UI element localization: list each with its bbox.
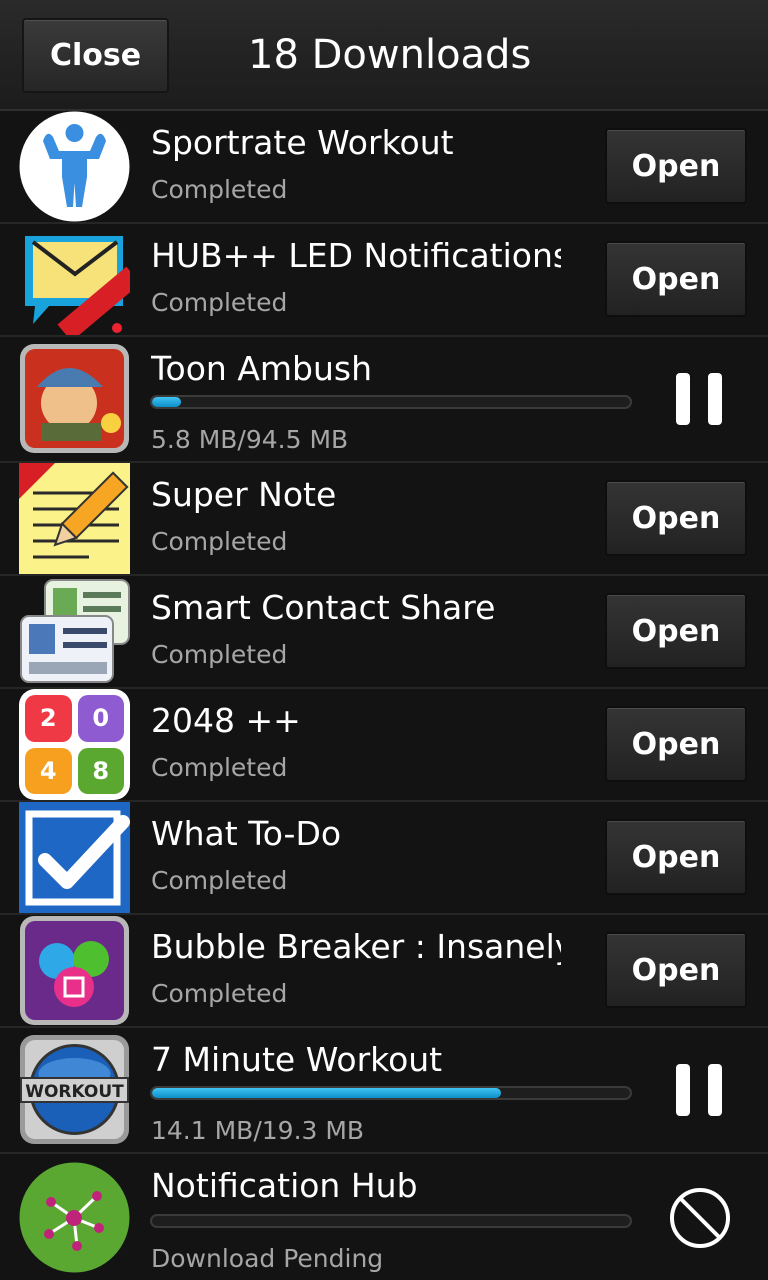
app-name: Smart Contact Share [151,588,496,627]
open-button[interactable]: Open [605,128,747,204]
list-item[interactable]: Toon Ambush 5.8 MB/94.5 MB [0,337,768,463]
tile: 4 [25,747,72,794]
list-item[interactable]: What To-Do Completed Open [0,802,768,915]
download-status: Download Pending [151,1244,384,1273]
app-name: What To-Do [151,814,342,853]
download-size: 14.1 MB/19.3 MB [151,1116,365,1145]
open-button[interactable]: Open [605,593,747,669]
app-name: 7 Minute Workout [151,1040,443,1079]
list-item[interactable]: Notification Hub Download Pending [0,1154,768,1280]
download-status: Completed [151,175,288,204]
app-name: Notification Hub [151,1166,418,1205]
download-progress-bar [150,395,632,409]
tile: 2 [25,695,72,742]
super-note-icon [19,463,130,574]
download-progress-bar [150,1086,632,1100]
app-name: Super Note [151,475,337,514]
app-name: 2048 ++ [151,701,301,740]
download-progress-bar [150,1214,632,1228]
notification-hub-icon [19,1162,130,1273]
download-size: 5.8 MB/94.5 MB [151,425,349,454]
tile: 8 [77,747,124,794]
list-item[interactable]: HUB++ LED Notifications Completed Open [0,224,768,337]
tile: 0 [77,695,124,742]
download-status: Completed [151,866,288,895]
app-name: HUB++ LED Notifications [151,236,561,275]
what-todo-icon [19,802,130,913]
hub-led-notifications-icon [19,224,130,335]
list-item[interactable]: Sportrate Workout Completed Open [0,111,768,224]
sportrate-workout-icon [19,111,130,222]
bubble-breaker-icon [19,915,130,1026]
progress-fill [152,397,181,407]
list-item[interactable]: Bubble Breaker : Insanely Completed Open [0,915,768,1028]
download-status: Completed [151,288,288,317]
list-item[interactable]: Smart Contact Share Completed Open [0,576,768,689]
open-button[interactable]: Open [605,932,747,1008]
list-item[interactable]: WORKOUT 7 Minute Workout 14.1 MB/19.3 MB [0,1028,768,1154]
list-item[interactable]: Super Note Completed Open [0,463,768,576]
open-button[interactable]: Open [605,241,747,317]
list-item[interactable]: 2 0 4 8 2048 ++ Completed Open [0,689,768,802]
pause-icon[interactable] [676,373,722,425]
download-status: Completed [151,640,288,669]
open-button[interactable]: Open [605,480,747,556]
title-bar: Close 18 Downloads [0,0,768,111]
close-button[interactable]: Close [22,18,169,93]
downloads-list: Sportrate Workout Completed Open HUB++ L… [0,111,768,1280]
download-status: Completed [151,527,288,556]
download-status: Completed [151,753,288,782]
download-status: Completed [151,979,288,1008]
cancel-icon[interactable] [668,1186,732,1250]
page-title: 18 Downloads [248,32,532,78]
smart-contact-share-icon [19,576,130,687]
app-name: Toon Ambush [151,349,373,388]
open-button[interactable]: Open [605,819,747,895]
toon-ambush-icon [19,343,130,454]
workout-icon-label: WORKOUT [25,1082,124,1102]
progress-fill [152,1088,501,1098]
7-minute-workout-icon: WORKOUT [19,1034,130,1145]
app-name: Sportrate Workout [151,123,454,162]
pause-icon[interactable] [676,1064,722,1116]
app-name: Bubble Breaker : Insanely [151,927,561,966]
2048-icon: 2 0 4 8 [19,689,130,800]
open-button[interactable]: Open [605,706,747,782]
